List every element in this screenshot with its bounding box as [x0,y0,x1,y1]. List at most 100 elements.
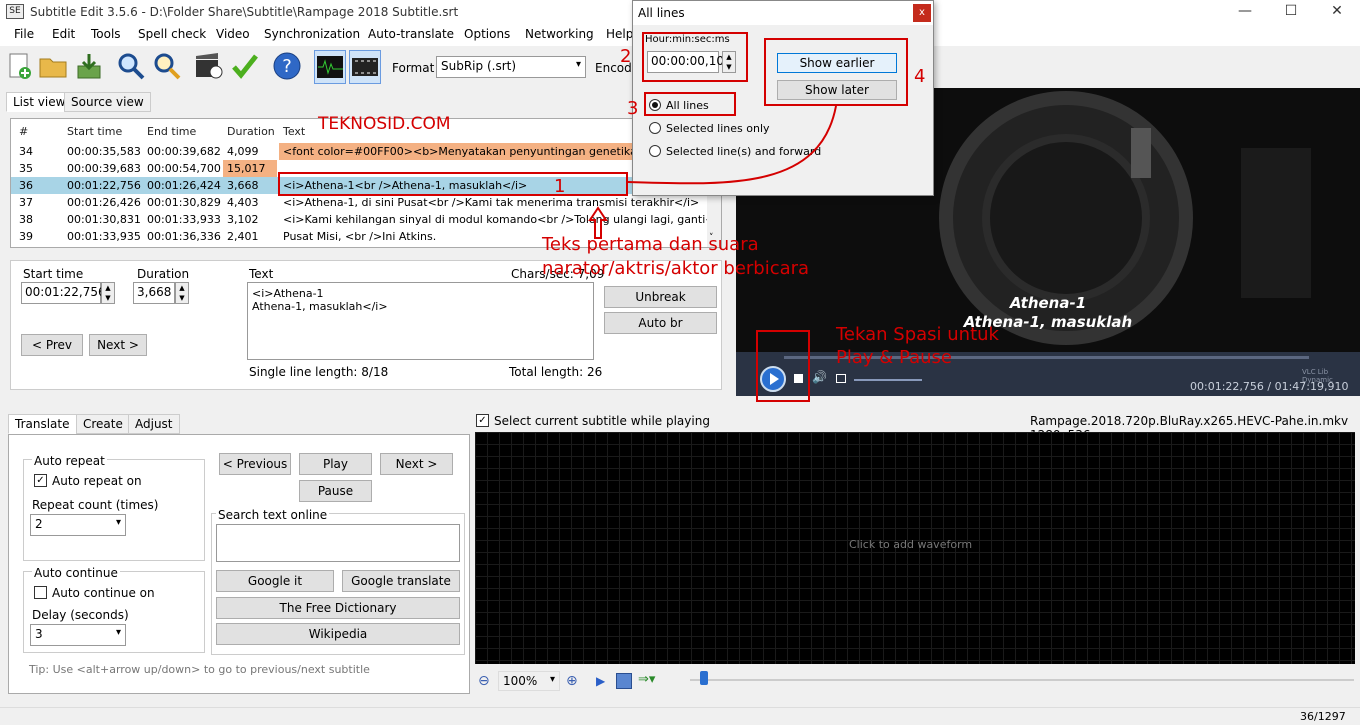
cell-end: 00:01:36,336 [147,230,221,243]
status-bar: 36/1297 [0,707,1360,725]
zoom-select[interactable]: 100% ▾ [498,671,560,691]
format-label: Format [392,61,435,75]
cell-end: 00:01:33,933 [147,213,221,226]
menu-spell-check[interactable]: Spell check [138,27,206,41]
waveform-position-slider[interactable] [700,671,708,685]
auto-continue-group: Auto continue Auto continue on Delay (se… [23,566,205,653]
new-file-button[interactable] [4,50,34,82]
auto-continue-on-label: Auto continue on [52,586,155,600]
previous-button[interactable]: < Previous [219,453,291,475]
chevron-down-icon: ▾ [575,59,581,70]
subtitle-line-2: Athena-1, masuklah [963,313,1133,331]
duration-input[interactable]: 3,668 [133,282,175,304]
col-header-number[interactable]: # [19,125,28,138]
annotation-text1-a: Teks pertama dan suara [542,234,759,255]
wikipedia-button[interactable]: Wikipedia [216,623,460,645]
tip-text: Tip: Use <alt+arrow up/down> to go to pr… [29,663,370,676]
fullscreen-icon[interactable] [836,374,846,383]
start-time-label: Start time [23,267,84,281]
cell-end: 00:00:39,682 [147,145,221,158]
free-dictionary-button[interactable]: The Free Dictionary [216,597,460,619]
select-current-checkbox[interactable]: ✓ [476,414,489,427]
help-button[interactable]: ? [272,50,302,82]
minimize-button[interactable]: — [1222,0,1268,24]
find-button[interactable] [116,50,146,82]
cell-end: 00:00:54,700 [147,162,221,175]
tab-create[interactable]: Create [76,414,130,434]
menu-edit[interactable]: Edit [52,27,75,41]
volume-slider[interactable] [854,379,922,381]
play-button[interactable]: Play [299,453,372,475]
grid-icon[interactable] [616,673,632,689]
auto-repeat-checkbox[interactable]: ✓ [34,474,47,487]
auto-br-button[interactable]: Auto br [604,312,717,334]
cell-duration: 4,099 [227,145,259,158]
next-subtitle-button[interactable]: Next > [380,453,453,475]
col-header-duration[interactable]: Duration [227,125,275,138]
help-icon: ? [273,52,301,80]
visual-sync-button[interactable] [194,50,224,82]
auto-repeat-on-label: Auto repeat on [52,474,142,488]
tab-translate[interactable]: Translate [8,414,77,434]
spellcheck-button[interactable] [230,50,260,82]
zoom-in-icon[interactable]: ⊕ [566,673,578,689]
search-online-input[interactable] [216,524,460,562]
play-waveform-icon[interactable]: ▶ [596,674,605,688]
duration-spinner[interactable]: ▲ ▼ [175,282,189,304]
tab-list-view[interactable]: List view [6,92,73,112]
maximize-button[interactable]: ☐ [1268,0,1314,24]
google-it-button[interactable]: Google it [216,570,334,592]
waveform-panel[interactable]: Click to add waveform [475,432,1355,664]
auto-continue-label: Auto continue [32,566,120,580]
subtitle-text-area[interactable]: <i>Athena-1 Athena-1, masuklah</i> [247,282,594,360]
close-window-button[interactable]: ✕ [1314,0,1360,24]
waveform-icon [317,56,343,78]
cell-text: Pusat Misi, <br />Ini Atkins. [283,230,437,243]
zoom-out-icon[interactable]: ⊖ [478,673,490,689]
menu-file[interactable]: File [14,27,34,41]
next-button[interactable]: Next > [89,334,147,356]
open-folder-button[interactable] [38,50,68,82]
cell-start: 00:01:30,831 [67,213,141,226]
menu-help[interactable]: Help [606,27,633,41]
start-time-input[interactable]: 00:01:22,756 [21,282,106,304]
delay-label: Delay (seconds) [32,608,129,622]
toggle-waveform-button[interactable] [314,50,346,84]
annotation-brand: TEKNOSID.COM [318,114,451,134]
delay-select[interactable]: 3 ▾ [30,624,126,646]
save-button[interactable] [74,50,104,82]
menu-networking[interactable]: Networking [525,27,594,41]
start-time-spinner[interactable]: ▲ ▼ [101,282,115,304]
unbreak-button[interactable]: Unbreak [604,286,717,308]
col-header-text[interactable]: Text [283,125,305,138]
toggle-video-button[interactable] [349,50,381,84]
tab-source-view[interactable]: Source view [64,92,151,112]
repeat-count-select[interactable]: 2 ▾ [30,514,126,536]
menu-video[interactable]: Video [216,27,250,41]
cell-number: 39 [19,230,33,243]
auto-continue-checkbox[interactable] [34,586,47,599]
total-length: Total length: 26 [509,365,603,379]
cell-start: 00:00:35,583 [67,145,141,158]
tab-adjust[interactable]: Adjust [128,414,180,434]
format-select[interactable]: SubRip (.srt) ▾ [436,56,586,78]
annotation-num-4: 4 [914,66,926,87]
film-strip-icon [352,58,378,76]
status-position: 36/1297 [1300,710,1346,723]
cell-duration: 3,102 [227,213,259,226]
menu-synchronization[interactable]: Synchronization [264,27,360,41]
col-header-start[interactable]: Start time [67,125,122,138]
google-translate-button[interactable]: Google translate [342,570,460,592]
replace-button[interactable] [152,50,182,82]
menu-options[interactable]: Options [464,27,510,41]
col-header-end[interactable]: End time [147,125,196,138]
pause-button[interactable]: Pause [299,480,372,502]
annotation-num-3: 3 [627,98,639,119]
volume-icon[interactable]: 🔊 [812,370,827,384]
arrows-right-icon[interactable]: ⇒▾ [638,672,655,687]
prev-button[interactable]: < Prev [21,334,83,356]
close-icon[interactable]: x [913,4,931,22]
menu-auto-translate[interactable]: Auto-translate [368,27,454,41]
duration-label: Duration [137,267,190,281]
menu-tools[interactable]: Tools [91,27,121,41]
